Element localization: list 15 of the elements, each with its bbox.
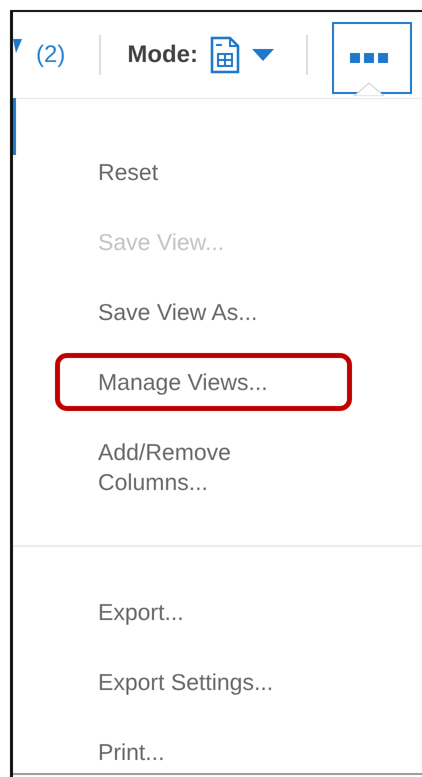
more-options-button[interactable] (332, 22, 412, 94)
caret-icon (252, 49, 274, 61)
filter-count[interactable]: (2) (36, 37, 66, 73)
menu-pointer (354, 82, 384, 96)
mode-dropdown[interactable] (210, 36, 274, 74)
spreadsheet-document-icon (210, 36, 240, 74)
menu-item[interactable]: Print... (98, 737, 288, 767)
menu-item[interactable]: Save View As... (98, 297, 288, 327)
menu-item[interactable]: Export... (98, 597, 288, 627)
menu-item[interactable]: Reset (98, 157, 288, 187)
menu-item[interactable]: Add/Remove Columns... (98, 437, 288, 497)
menu-item[interactable]: Export Settings... (98, 667, 288, 697)
menu-item[interactable]: Manage Views... (98, 367, 288, 397)
more-icon (350, 53, 388, 63)
mode-label: Mode: (127, 40, 198, 70)
